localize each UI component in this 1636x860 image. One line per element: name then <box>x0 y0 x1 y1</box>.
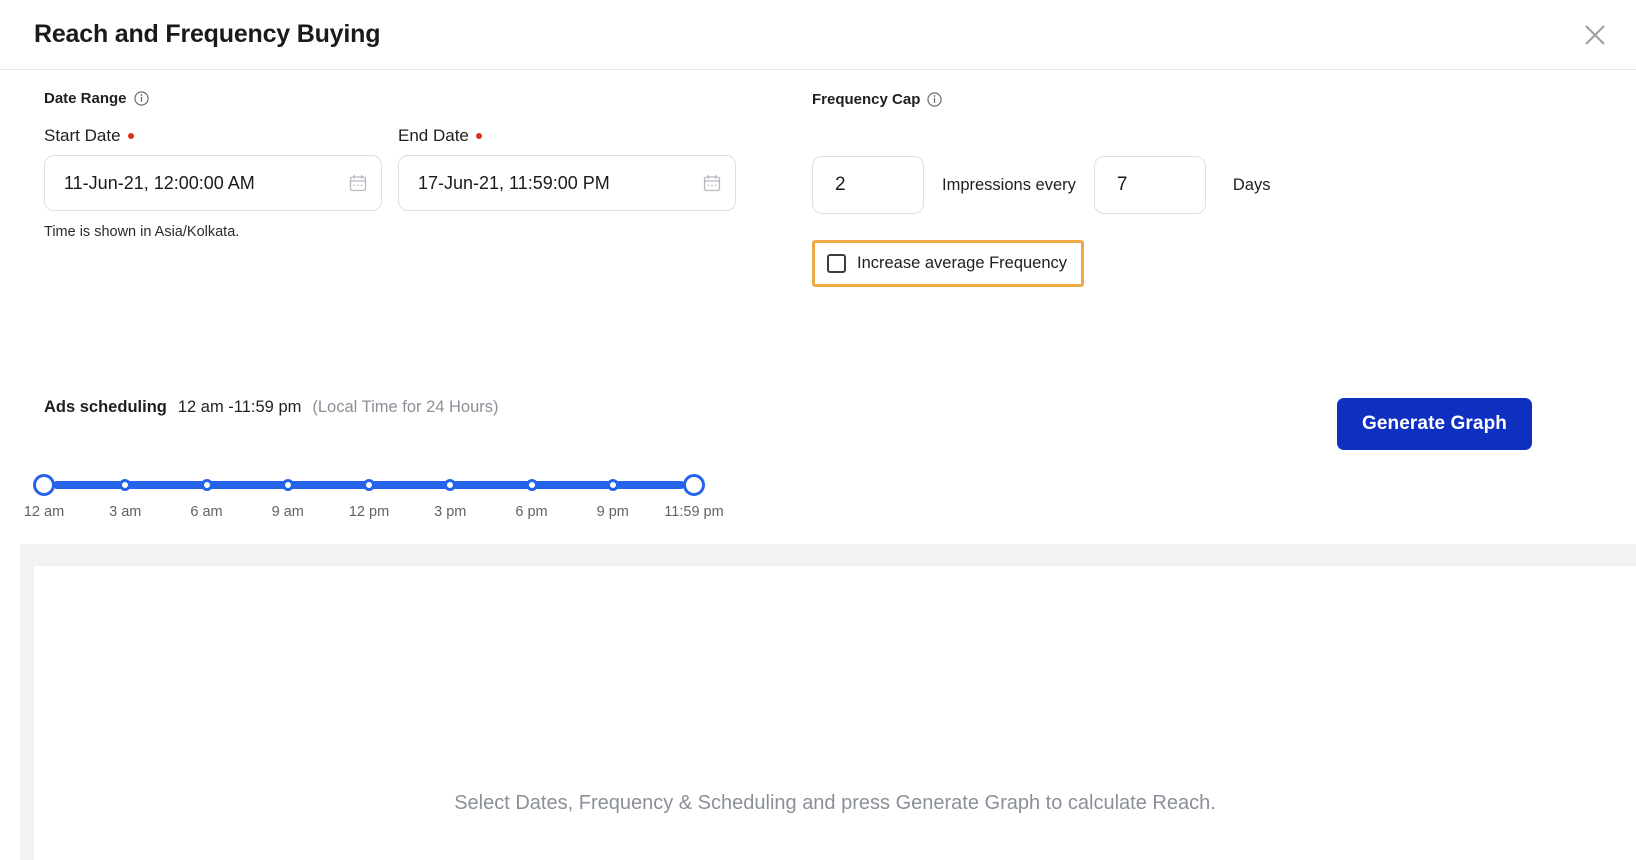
slider-tick-label: 3 pm <box>434 504 466 520</box>
ads-scheduling-note: (Local Time for 24 Hours) <box>312 398 498 417</box>
slider-tick-label: 9 pm <box>597 504 629 520</box>
page-title: Reach and Frequency Buying <box>34 20 380 49</box>
start-date-label: Start Date <box>44 126 121 146</box>
slider-tick-dot[interactable] <box>119 479 131 491</box>
info-icon[interactable] <box>134 91 149 106</box>
timezone-note: Time is shown in Asia/Kolkata. <box>44 224 764 240</box>
date-range-header: Date Range <box>44 88 764 108</box>
start-date-input[interactable]: 11-Jun-21, 12:00:00 AM <box>44 155 382 211</box>
frequency-cap-header: Frequency Cap <box>812 89 1512 109</box>
form-area: Date Range Start Date <box>0 70 1636 474</box>
ads-scheduling-slider[interactable]: 12 am3 am6 am9 am12 pm3 pm6 pm9 pm11:59 … <box>44 474 694 524</box>
info-icon[interactable] <box>927 92 942 107</box>
start-date-field: Start Date 11-Jun-21, 12:00:00 AM <box>44 126 382 211</box>
reach-frequency-modal: Reach and Frequency Buying Date Range <box>0 0 1636 860</box>
slider-tick-labels: 12 am3 am6 am9 am12 pm3 pm6 pm9 pm11:59 … <box>44 504 694 524</box>
slider-handle[interactable] <box>683 474 705 496</box>
modal-body: Date Range Start Date <box>0 70 1636 860</box>
slider-tick-label: 6 am <box>190 504 222 520</box>
ads-scheduling-time-range: 12 am -11:59 pm <box>178 398 302 417</box>
slider-tick-label: 12 pm <box>349 504 389 520</box>
start-date-label-row: Start Date <box>44 126 382 146</box>
slider-tick-label: 6 pm <box>515 504 547 520</box>
increase-average-frequency-row[interactable]: Increase average Frequency <box>812 240 1084 287</box>
ads-scheduling-header: Ads scheduling 12 am -11:59 pm (Local Ti… <box>44 398 499 417</box>
date-range-label: Date Range <box>44 90 127 107</box>
modal-header: Reach and Frequency Buying <box>0 0 1636 70</box>
days-label: Days <box>1233 176 1271 195</box>
date-fields: Start Date 11-Jun-21, 12:00:00 AM <box>44 126 764 211</box>
required-dot-icon <box>476 133 482 139</box>
end-date-value: 17-Jun-21, 11:59:00 PM <box>418 173 703 194</box>
graph-placeholder-panel: Select Dates, Frequency & Scheduling and… <box>34 566 1636 860</box>
frequency-cap-inputs: 2 Impressions every 7 Days <box>812 156 1512 214</box>
frequency-cap-label: Frequency Cap <box>812 91 920 108</box>
slider-tick-label: 3 am <box>109 504 141 520</box>
close-icon[interactable] <box>1574 14 1616 56</box>
graph-result-area: Select Dates, Frequency & Scheduling and… <box>20 544 1636 860</box>
increase-average-frequency-label: Increase average Frequency <box>857 254 1067 273</box>
slider-tick-dot[interactable] <box>444 479 456 491</box>
days-input[interactable]: 7 <box>1094 156 1206 214</box>
slider-tick-dot[interactable] <box>526 479 538 491</box>
slider-tick-dot[interactable] <box>201 479 213 491</box>
slider-track[interactable] <box>44 474 694 496</box>
calendar-icon[interactable] <box>703 174 721 192</box>
start-date-value: 11-Jun-21, 12:00:00 AM <box>64 173 349 194</box>
date-range-section: Date Range Start Date <box>44 88 764 240</box>
end-date-label: End Date <box>398 126 469 146</box>
ads-scheduling-title: Ads scheduling <box>44 398 167 417</box>
slider-tick-dot[interactable] <box>607 479 619 491</box>
frequency-cap-section: Frequency Cap 2 Impressions every 7 Days <box>812 89 1512 287</box>
required-dot-icon <box>128 133 134 139</box>
impressions-input[interactable]: 2 <box>812 156 924 214</box>
slider-tick-label: 12 am <box>24 504 64 520</box>
slider-tick-label: 9 am <box>272 504 304 520</box>
end-date-label-row: End Date <box>398 126 736 146</box>
calendar-icon[interactable] <box>349 174 367 192</box>
slider-tick-label: 11:59 pm <box>664 504 723 520</box>
slider-handle[interactable] <box>33 474 55 496</box>
impressions-every-label: Impressions every <box>942 176 1076 195</box>
graph-placeholder-text: Select Dates, Frequency & Scheduling and… <box>454 792 1216 815</box>
increase-average-frequency-checkbox[interactable] <box>827 254 846 273</box>
generate-graph-button[interactable]: Generate Graph <box>1337 398 1532 450</box>
slider-tick-dot[interactable] <box>363 479 375 491</box>
slider-tick-dot[interactable] <box>282 479 294 491</box>
end-date-input[interactable]: 17-Jun-21, 11:59:00 PM <box>398 155 736 211</box>
end-date-field: End Date 17-Jun-21, 11:59:00 PM <box>398 126 736 211</box>
